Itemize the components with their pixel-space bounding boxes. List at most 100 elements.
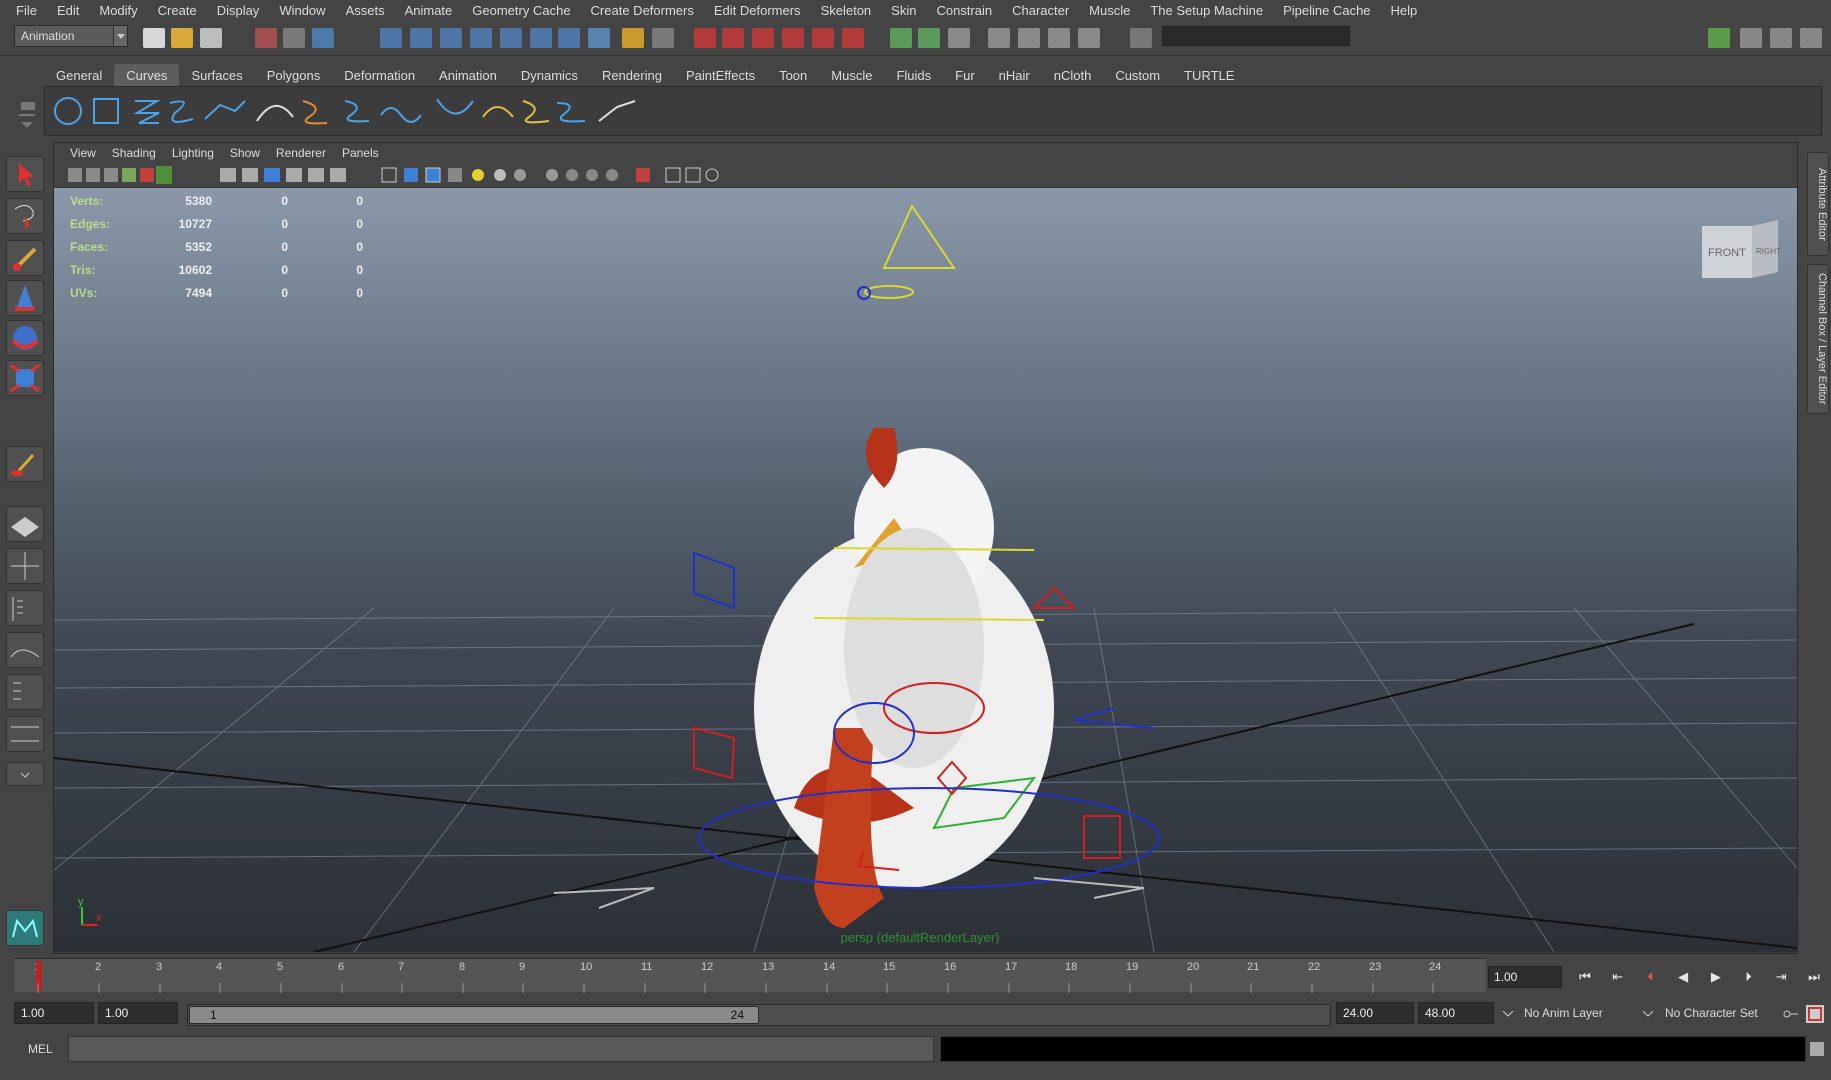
bind-skin-icon[interactable] [782, 28, 804, 48]
go-to-start-icon[interactable]: ⏮ [1572, 965, 1598, 989]
menu-character[interactable]: Character [1002, 3, 1079, 18]
select-by-name-icon[interactable] [652, 28, 674, 48]
viewcube-front-label[interactable]: FRONT [1708, 247, 1746, 259]
snap-grid-icon[interactable] [380, 28, 402, 48]
script-editor-icon[interactable] [1810, 1042, 1824, 1056]
field-chart-icon[interactable] [308, 168, 324, 182]
range-slider-thumb[interactable]: 1 24 [189, 1006, 759, 1024]
history-icon[interactable] [558, 28, 580, 48]
outliner-icon[interactable] [1018, 28, 1040, 48]
playback-start-field[interactable]: 1.00 [98, 1002, 178, 1024]
character-set-dropdown[interactable]: No Character Set [1665, 1006, 1758, 1020]
wireframe-icon[interactable] [381, 167, 397, 183]
offset-curve-icon[interactable] [482, 106, 514, 118]
snap-point-icon[interactable] [440, 28, 462, 48]
help-icon[interactable] [588, 28, 610, 48]
grease-pencil-icon[interactable] [122, 168, 136, 182]
paint-weights-icon[interactable] [812, 28, 834, 48]
tab-nhair[interactable]: nHair [987, 64, 1042, 86]
toggle-panel-icon[interactable] [1708, 28, 1730, 48]
arc-icon[interactable] [256, 105, 294, 122]
menu-animate[interactable]: Animate [395, 3, 463, 18]
snap-curve-icon[interactable] [410, 28, 432, 48]
select-tool-icon[interactable] [6, 156, 44, 192]
paint-select-icon[interactable] [6, 240, 44, 276]
detach-curves-icon[interactable] [344, 100, 370, 123]
step-back-key-icon[interactable]: ⇤ [1605, 965, 1631, 989]
snap-surface-icon[interactable] [530, 28, 552, 48]
mel-label[interactable]: MEL [28, 1042, 53, 1056]
anim-layer-dropdown[interactable]: No Anim Layer [1524, 1006, 1603, 1020]
render-view-icon[interactable] [890, 28, 912, 48]
tab-fur[interactable]: Fur [943, 64, 987, 86]
menu-window[interactable]: Window [269, 3, 335, 18]
panel-menu-lighting[interactable]: Lighting [164, 146, 222, 160]
attribute-editor-tab[interactable]: Attribute Editor [1807, 152, 1829, 256]
menu-create-deformers[interactable]: Create Deformers [581, 3, 704, 18]
layout-icon[interactable] [1740, 28, 1762, 48]
view-cube[interactable]: FRONT RIGHT [1700, 218, 1781, 280]
menu-assets[interactable]: Assets [336, 3, 395, 18]
tab-turtle[interactable]: TURTLE [1172, 64, 1246, 86]
graph-editor-icon[interactable] [1048, 28, 1070, 48]
tab-curves[interactable]: Curves [114, 64, 180, 86]
save-scene-icon[interactable] [200, 28, 222, 48]
isolate-select-icon[interactable] [636, 168, 650, 182]
hypershade-layout-icon[interactable] [6, 674, 44, 710]
ik-handle-icon[interactable] [694, 28, 716, 48]
tab-fluids[interactable]: Fluids [884, 64, 943, 86]
menu-skeleton[interactable]: Skeleton [811, 3, 882, 18]
panel-menu-view[interactable]: View [62, 146, 104, 160]
nurbs-square-icon[interactable] [93, 98, 119, 124]
xray-icon[interactable] [665, 167, 681, 183]
safe-action-icon[interactable] [330, 168, 346, 182]
tab-animation[interactable]: Animation [427, 64, 509, 86]
key-icon[interactable] [1782, 1005, 1800, 1023]
tab-deformation[interactable]: Deformation [332, 64, 427, 86]
cv-curve-icon[interactable] [133, 100, 161, 124]
panel-menu-show[interactable]: Show [222, 146, 268, 160]
wire-on-shaded-icon[interactable] [425, 167, 441, 183]
quick-select-field[interactable] [1162, 26, 1350, 46]
menu-edit[interactable]: Edit [47, 3, 89, 18]
menu-set-dropdown[interactable]: Animation [14, 25, 128, 47]
step-back-frame-icon[interactable]: ⏴ [1637, 965, 1663, 989]
menu-help[interactable]: Help [1381, 3, 1428, 18]
tab-toon[interactable]: Toon [767, 64, 819, 86]
reverse-curve-icon[interactable] [522, 100, 550, 124]
menu-muscle[interactable]: Muscle [1079, 3, 1140, 18]
menu-skin[interactable]: Skin [881, 3, 926, 18]
animation-start-field[interactable]: 1.00 [14, 1002, 94, 1024]
chevron-down-icon[interactable] [1500, 1003, 1516, 1023]
ambient-occlusion-icon[interactable] [546, 169, 558, 181]
time-slider[interactable]: 1 2 3 4 5 6 7 8 9 10 11 12 13 14 15 16 1… [14, 958, 1486, 993]
two-d-pan-icon[interactable] [156, 166, 172, 184]
lasso-tool-icon[interactable] [6, 198, 44, 234]
play-forwards-icon[interactable]: ▶ [1703, 965, 1729, 989]
animation-prefs-icon[interactable] [1806, 1005, 1824, 1023]
rebuild-curve-icon[interactable] [556, 102, 586, 123]
select-component-icon[interactable] [312, 28, 334, 48]
single-pane-layout-icon[interactable] [6, 506, 44, 542]
smooth-shade-icon[interactable] [404, 168, 418, 182]
persp-graph-layout-icon[interactable] [6, 716, 44, 752]
rotate-tool-icon[interactable] [6, 320, 44, 356]
joint-tool-icon[interactable] [752, 28, 774, 48]
node-editor-icon[interactable] [1078, 28, 1100, 48]
snapshot-icon[interactable] [140, 168, 154, 182]
tab-surfaces[interactable]: Surfaces [179, 64, 254, 86]
tab-custom[interactable]: Custom [1103, 64, 1172, 86]
grid-toggle-icon[interactable] [220, 168, 236, 182]
render-settings-icon[interactable] [948, 28, 970, 48]
menu-create[interactable]: Create [148, 3, 207, 18]
last-tool-icon[interactable] [6, 446, 44, 482]
image-plane-icon[interactable] [104, 168, 118, 182]
mel-command-input[interactable] [68, 1036, 934, 1062]
menu-file[interactable]: File [6, 3, 47, 18]
tab-ncloth[interactable]: nCloth [1042, 64, 1104, 86]
step-forward-key-icon[interactable]: ⇥ [1768, 965, 1794, 989]
bookmark-icon[interactable] [86, 168, 100, 182]
gate-mask-icon[interactable] [286, 168, 302, 182]
play-backwards-icon[interactable]: ◀ [1670, 965, 1696, 989]
menu-display[interactable]: Display [207, 3, 270, 18]
